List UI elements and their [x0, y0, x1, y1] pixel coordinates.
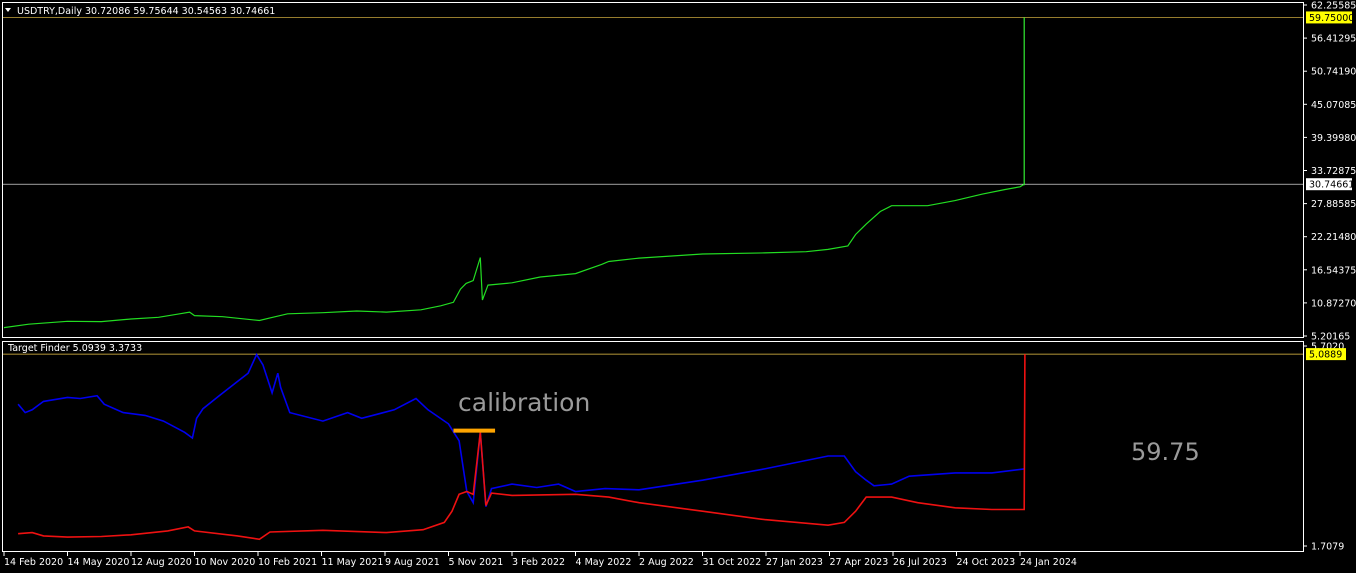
x-tick-label: 2 Aug 2022: [639, 557, 694, 568]
main-y-tick-label: 22.21480: [1311, 232, 1356, 243]
main-y-tick-label: 62.25585: [1311, 1, 1356, 12]
indicator-y-tick-label: 1.7079: [1311, 542, 1344, 553]
x-tick-label: 14 May 2020: [68, 557, 130, 568]
main-price-box-label: 59.75000: [1309, 13, 1354, 24]
x-tick-label: 12 Aug 2020: [131, 557, 192, 568]
main-y-tick-label: 16.54375: [1311, 265, 1356, 276]
main-y-tick-label: 45.07085: [1311, 100, 1356, 111]
x-tick-label: 31 Oct 2022: [703, 557, 762, 568]
x-tick-label: 24 Oct 2023: [957, 557, 1016, 568]
main-price-box-label: 30.74661: [1309, 180, 1354, 191]
x-tick-label: 26 Jul 2023: [893, 557, 947, 568]
x-tick-label: 10 Feb 2021: [258, 557, 317, 568]
indicator-price-box-label: 5.0889: [1309, 350, 1342, 361]
chart-background: [0, 0, 1356, 573]
main-y-tick-label: 10.87270: [1311, 298, 1356, 309]
main-y-tick-label: 50.74190: [1311, 67, 1356, 78]
indicator-panel-caption: Target Finder 5.0939 3.3733: [7, 343, 142, 354]
calibration-annotation: calibration: [458, 388, 590, 417]
x-tick-label: 27 Jan 2023: [766, 557, 823, 568]
x-tick-label: 9 Aug 2021: [385, 557, 440, 568]
main-panel-caption: USDTRY,Daily 30.72086 59.75644 30.54563 …: [17, 6, 275, 17]
x-tick-label: 5 Nov 2021: [449, 557, 504, 568]
x-tick-label: 3 Feb 2022: [512, 557, 565, 568]
x-tick-label: 11 May 2021: [322, 557, 384, 568]
x-tick-label: 14 Feb 2020: [4, 557, 63, 568]
main-y-tick-label: 56.41295: [1311, 34, 1356, 45]
main-y-tick-label: 39.39980: [1311, 133, 1356, 144]
x-tick-label: 10 Nov 2020: [195, 557, 256, 568]
x-tick-label: 27 Apr 2023: [830, 557, 889, 568]
chart-canvas: 62.25585 56.41295 50.74190 45.07085 39.39980…: [0, 0, 1356, 573]
indicator-value-annotation: 59.75: [1131, 438, 1200, 466]
main-y-tick-label: 33.72875: [1311, 166, 1356, 177]
x-tick-label: 4 May 2022: [576, 557, 632, 568]
main-y-tick-label: 27.88585: [1311, 199, 1356, 210]
x-tick-label: 24 Jan 2024: [1020, 557, 1077, 568]
